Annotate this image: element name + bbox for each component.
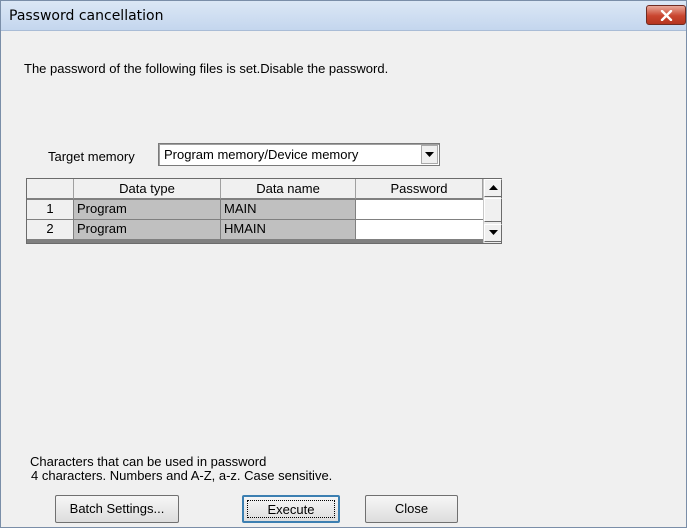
data-name-cell: HMAIN — [221, 220, 356, 240]
close-button[interactable]: Close — [365, 495, 458, 523]
focus-ring — [247, 500, 335, 518]
dropdown-button[interactable] — [421, 145, 438, 164]
row-number[interactable]: 1 — [27, 200, 74, 220]
scroll-up-button[interactable] — [484, 179, 502, 197]
password-input[interactable] — [356, 220, 483, 240]
password-cancellation-dialog: Password cancellation The password of th… — [0, 0, 687, 528]
password-hint-title: Characters that can be used in password — [30, 454, 267, 469]
close-window-button[interactable] — [646, 5, 686, 25]
close-label: Close — [394, 501, 429, 516]
table-scrollbar[interactable] — [483, 179, 502, 243]
data-name-cell: MAIN — [221, 200, 356, 220]
password-table: Data type Data name Password 1 Program M… — [26, 178, 502, 244]
scroll-thumb[interactable] — [484, 198, 502, 222]
data-type-cell: Program — [74, 200, 221, 220]
target-memory-select[interactable]: Program memory/Device memory — [158, 143, 440, 166]
execute-button[interactable]: Execute — [242, 495, 340, 523]
batch-settings-label: Batch Settings... — [69, 501, 165, 516]
column-header-data-type[interactable]: Data type — [74, 179, 221, 199]
title-bar[interactable]: Password cancellation — [1, 1, 686, 31]
row-number[interactable]: 2 — [27, 220, 74, 240]
info-message: The password of the following files is s… — [24, 61, 389, 76]
corner-header — [27, 179, 74, 199]
column-header-data-name[interactable]: Data name — [221, 179, 356, 199]
dialog-body: The password of the following files is s… — [5, 32, 684, 527]
scroll-down-button[interactable] — [484, 224, 502, 242]
target-memory-value: Program memory/Device memory — [164, 147, 359, 162]
data-type-cell: Program — [74, 220, 221, 240]
password-hint-rules: 4 characters. Numbers and A-Z, a-z. Case… — [31, 468, 333, 483]
batch-settings-button[interactable]: Batch Settings... — [55, 495, 179, 523]
target-memory-label: Target memory — [48, 149, 135, 164]
column-header-password[interactable]: Password — [356, 179, 483, 199]
window-title: Password cancellation — [9, 8, 164, 24]
password-input[interactable] — [356, 200, 483, 220]
